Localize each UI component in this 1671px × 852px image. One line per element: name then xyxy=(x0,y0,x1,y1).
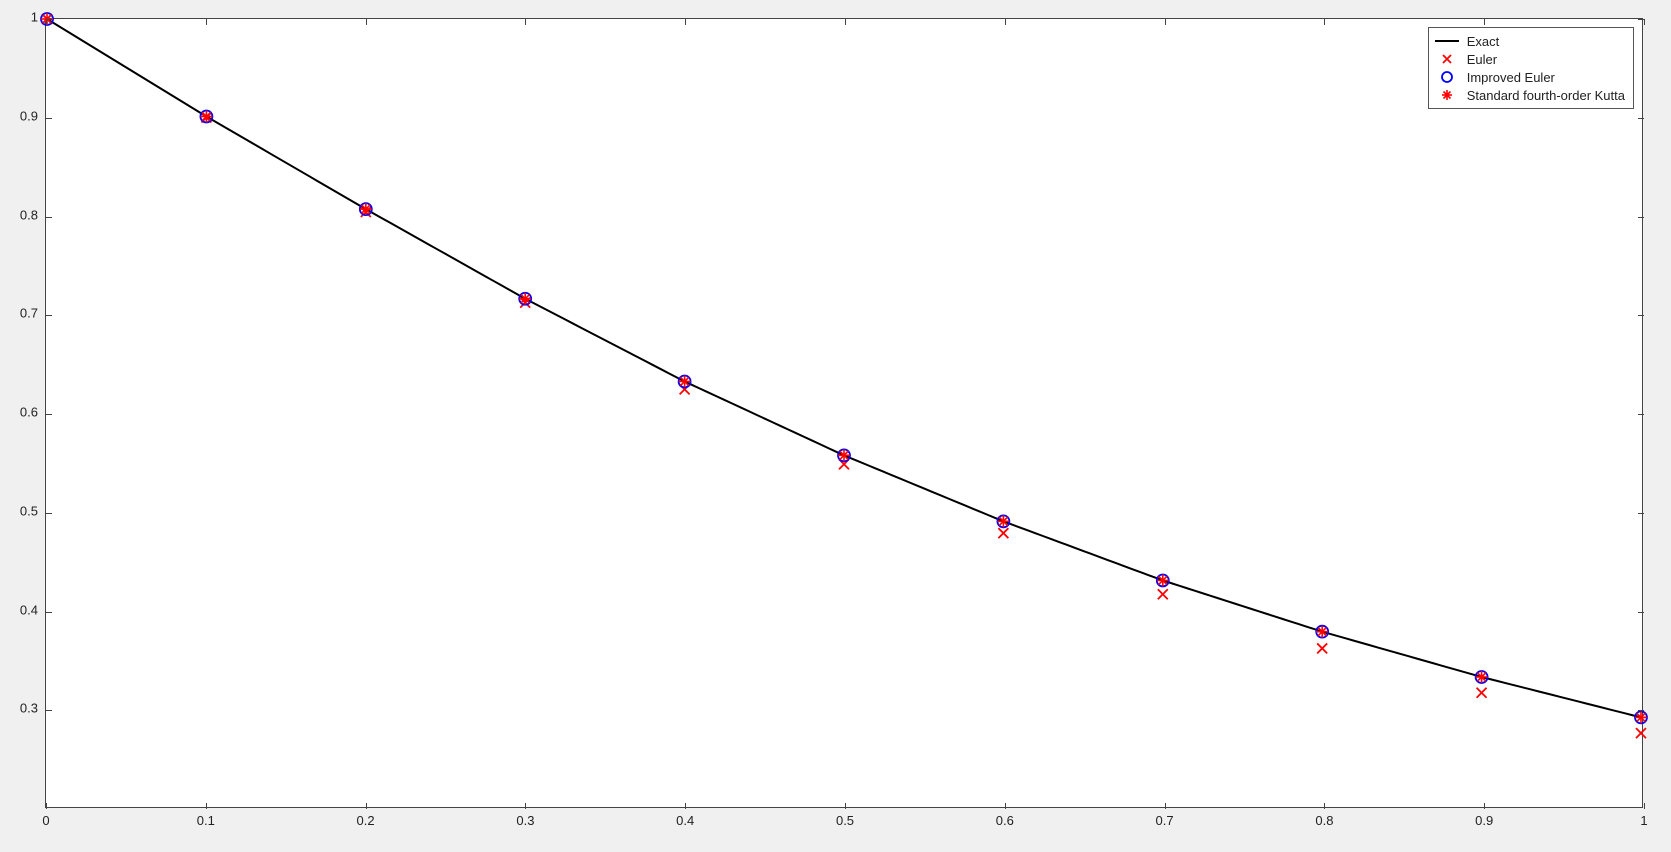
legend-item[interactable]: Improved Euler xyxy=(1433,68,1625,86)
axes[interactable]: Exact Euler Improved Euler Standard fourth-… xyxy=(45,18,1643,808)
marker xyxy=(519,293,531,305)
marker xyxy=(1316,626,1328,638)
ytick-label: 0.6 xyxy=(20,405,38,420)
xtick-label: 0.4 xyxy=(676,813,694,828)
xtick-top xyxy=(1644,19,1645,25)
xtick xyxy=(1324,803,1325,809)
xtick-label: 0.6 xyxy=(996,813,1014,828)
xtick-top xyxy=(685,19,686,25)
xtick-top xyxy=(1324,19,1325,25)
marker xyxy=(1157,574,1169,586)
xtick-label: 0.5 xyxy=(836,813,854,828)
marker xyxy=(838,449,850,461)
legend[interactable]: Exact Euler Improved Euler Standard fourth-… xyxy=(1428,27,1634,109)
ytick xyxy=(46,414,52,415)
ytick-right xyxy=(1638,315,1644,316)
marker xyxy=(1317,643,1327,653)
marker xyxy=(360,203,372,215)
xtick-top xyxy=(1165,19,1166,25)
xtick-label: 1 xyxy=(1640,813,1647,828)
xtick-label: 0.2 xyxy=(357,813,375,828)
xtick xyxy=(366,803,367,809)
series-exact xyxy=(47,19,1641,717)
marker xyxy=(1636,728,1646,738)
ytick-label: 0.4 xyxy=(20,602,38,617)
ytick-label: 0.5 xyxy=(20,503,38,518)
ytick xyxy=(46,710,52,711)
xtick-top xyxy=(845,19,846,25)
ytick xyxy=(46,612,52,613)
ytick xyxy=(46,118,52,119)
ytick xyxy=(46,19,52,20)
plot-canvas xyxy=(46,19,1642,807)
ytick-right xyxy=(1638,612,1644,613)
xtick-top xyxy=(1005,19,1006,25)
xtick-top xyxy=(1484,19,1485,25)
legend-icon xyxy=(1433,70,1461,84)
xtick xyxy=(1644,803,1645,809)
ytick-right xyxy=(1638,217,1644,218)
xtick xyxy=(845,803,846,809)
ytick-right xyxy=(1638,118,1644,119)
xtick-top xyxy=(366,19,367,25)
marker xyxy=(997,515,1009,527)
ytick-right xyxy=(1638,513,1644,514)
ytick-right xyxy=(1638,19,1644,20)
xtick xyxy=(1484,803,1485,809)
marker xyxy=(998,528,1008,538)
legend-icon xyxy=(1433,34,1461,48)
legend-icon xyxy=(1433,88,1461,102)
xtick xyxy=(1005,803,1006,809)
ytick-label: 0.3 xyxy=(20,701,38,716)
ytick-label: 0.9 xyxy=(20,108,38,123)
xtick xyxy=(685,803,686,809)
marker xyxy=(200,111,212,123)
marker xyxy=(1158,589,1168,599)
legend-label: Euler xyxy=(1467,52,1497,67)
xtick-label: 0.1 xyxy=(197,813,215,828)
ytick-right xyxy=(1638,710,1644,711)
xtick xyxy=(525,803,526,809)
ytick-label: 0.7 xyxy=(20,306,38,321)
xtick xyxy=(1165,803,1166,809)
ytick-right xyxy=(1638,414,1644,415)
ytick xyxy=(46,513,52,514)
figure: Exact Euler Improved Euler Standard fourth-… xyxy=(0,0,1671,852)
legend-label: Standard fourth-order Kutta xyxy=(1467,88,1625,103)
marker xyxy=(679,375,691,387)
xtick-label: 0.8 xyxy=(1315,813,1333,828)
marker xyxy=(1477,688,1487,698)
legend-item[interactable]: Standard fourth-order Kutta xyxy=(1433,86,1625,104)
ytick-label: 0.8 xyxy=(20,207,38,222)
ytick xyxy=(46,315,52,316)
xtick xyxy=(206,803,207,809)
xtick-label: 0 xyxy=(42,813,49,828)
legend-item[interactable]: Exact xyxy=(1433,32,1625,50)
legend-icon xyxy=(1433,52,1461,66)
legend-label: Exact xyxy=(1467,34,1500,49)
legend-item[interactable]: Euler xyxy=(1433,50,1625,68)
marker xyxy=(1476,671,1488,683)
xtick-label: 0.9 xyxy=(1475,813,1493,828)
xtick-label: 0.7 xyxy=(1156,813,1174,828)
marker xyxy=(1635,711,1647,723)
legend-label: Improved Euler xyxy=(1467,70,1555,85)
xtick-top xyxy=(206,19,207,25)
ytick-label: 1 xyxy=(31,10,38,25)
xtick-label: 0.3 xyxy=(516,813,534,828)
xtick xyxy=(46,803,47,809)
ytick xyxy=(46,217,52,218)
xtick-top xyxy=(525,19,526,25)
